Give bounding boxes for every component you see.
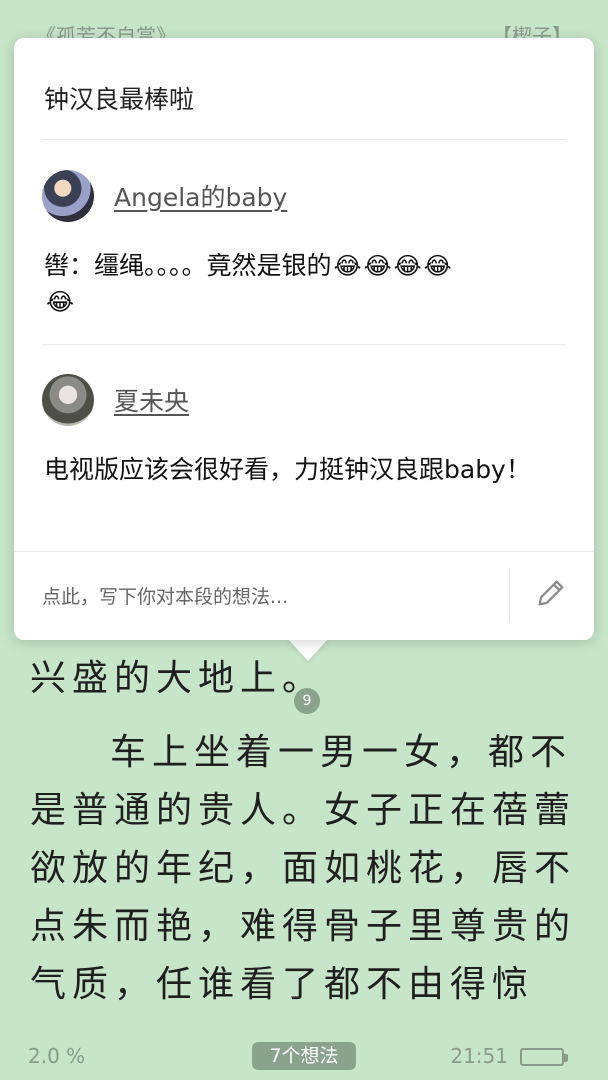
comment-text: 电视版应该会很好看，力挺钟汉良跟baby！: [44, 455, 531, 484]
reading-progress: 2.0 %: [28, 1044, 86, 1068]
popup-pointer: [288, 639, 328, 661]
thoughts-popup: 钟汉良最棒啦 Angela的baby 辔：缰绳。。。。竟然是银的😂😂😂😂 😂 夏未…: [14, 38, 594, 640]
commenter-name[interactable]: 夏未央: [114, 382, 189, 418]
avatar[interactable]: [42, 374, 94, 426]
comment-body: 辔：缰绳。。。。竟然是银的: [44, 251, 332, 280]
commenter-name[interactable]: Angela的baby: [114, 178, 287, 214]
laugh-cry-icon: 😂: [393, 252, 422, 280]
thought-input[interactable]: 点此，写下你对本段的想法...: [42, 582, 288, 609]
paragraph: 车上坐着一男一女，都不是普通的贵人。女子正在蓓蕾欲放的年纪，面如桃花，唇不点朱而…: [30, 732, 577, 1005]
divider: [509, 568, 510, 622]
quoted-thought: 钟汉良最棒啦: [44, 85, 195, 114]
divider: [42, 344, 566, 345]
divider: [42, 139, 566, 140]
pencil-icon[interactable]: [534, 576, 568, 610]
paragraph-thought-count-badge[interactable]: 9: [294, 688, 320, 714]
thoughts-button[interactable]: 7个想法: [252, 1042, 356, 1070]
battery-icon: [520, 1048, 568, 1066]
comment-text: 辔：缰绳。。。。竟然是银的😂😂😂😂 😂: [44, 248, 564, 320]
status-footer: 2.0 % 7个想法 21:51: [0, 1030, 608, 1080]
avatar[interactable]: [42, 170, 94, 222]
laugh-cry-icon: 😂: [423, 252, 452, 280]
reader-header: 《孤芳不自赏》 【楔子】: [0, 0, 608, 48]
laugh-cry-icon: 😂: [363, 252, 392, 280]
thought-input-row[interactable]: 点此，写下你对本段的想法...: [14, 551, 594, 640]
clock: 21:51: [450, 1044, 508, 1068]
laugh-cry-icon: 😂: [333, 252, 362, 280]
laugh-cry-icon: 😂: [46, 288, 75, 316]
